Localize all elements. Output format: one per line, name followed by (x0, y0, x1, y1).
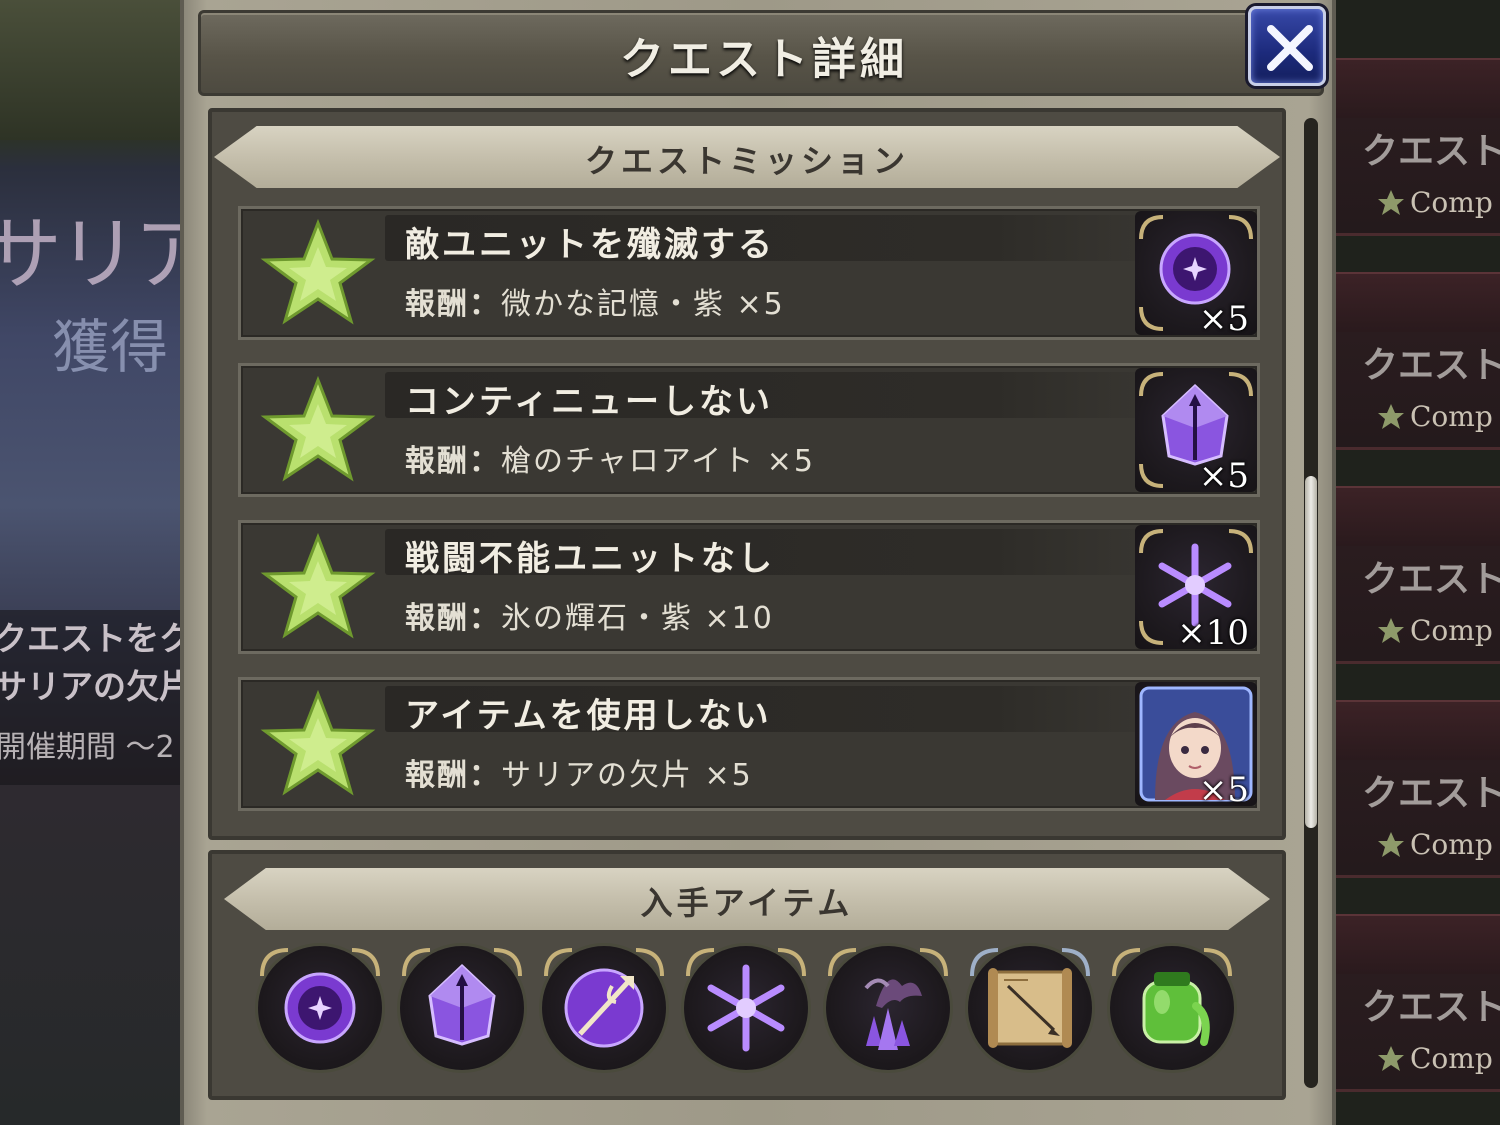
mission-reward-text: 槍のチャロアイト ×5 (501, 444, 815, 479)
mission-name: コンティニューしない (405, 382, 773, 422)
mission-reward-item[interactable]: ×10 (1135, 525, 1257, 653)
obtain-item[interactable] (542, 946, 666, 1070)
mission-reward-text: 氷の輝石・紫 ×10 (501, 601, 774, 636)
green-potion-jar-icon (1112, 948, 1232, 1046)
mission-reward-label: 報酬： (405, 601, 501, 636)
complete-star-icon (1378, 1046, 1404, 1071)
quest-list-item-label: クエスト5 (1362, 131, 1500, 172)
quest-list-item[interactable]: クエスト5 Comp (1332, 58, 1500, 238)
quest-list-item[interactable]: クエスト3 Comp (1332, 486, 1500, 666)
mission-reward: 報酬：氷の輝石・紫 ×10 (405, 593, 774, 637)
quest-list-item-label: クエスト4 (1362, 345, 1500, 386)
quest-list-item[interactable]: クエスト2 Comp (1332, 700, 1500, 880)
banner-desc-line-2: サリアの欠片 (0, 667, 192, 706)
close-icon (1267, 25, 1313, 71)
mission-row: 敵ユニットを殲滅する 報酬：微かな記憶・紫 ×5 ×5 (238, 206, 1260, 340)
complete-star-icon (1378, 404, 1404, 429)
mission-reward-count: ×5 (1198, 456, 1249, 496)
mission-reward-count: ×5 (1198, 770, 1249, 810)
mission-complete-star-icon (260, 532, 376, 639)
quest-list-item-label: クエスト3 (1362, 559, 1500, 600)
mission-reward-text: 微かな記憶・紫 ×5 (501, 287, 785, 322)
mission-reward-item[interactable]: ×5 (1135, 211, 1257, 339)
mission-reward-label: 報酬： (405, 287, 501, 322)
mission-reward-item[interactable]: ×5 (1135, 682, 1257, 810)
mission-reward: 報酬：サリアの欠片 ×5 (405, 750, 753, 794)
mission-row: アイテムを使用しない 報酬：サリアの欠片 ×5 ×5 (238, 677, 1260, 811)
quest-list-item-label: クエスト2 (1362, 773, 1500, 814)
quest-list-item[interactable]: クエスト1 Comp (1332, 914, 1500, 1094)
banner-desc-line-1: クエストをク (0, 619, 192, 658)
mission-scrollbar-thumb[interactable] (1305, 476, 1317, 828)
dragon-crystal-statue-icon (828, 948, 948, 1050)
dialog-title: クエスト詳細 (620, 34, 908, 85)
close-button[interactable] (1248, 6, 1326, 86)
quest-list-item[interactable]: クエスト4 Comp (1332, 272, 1500, 452)
mission-reward-label: 報酬： (405, 444, 501, 479)
mission-complete-star-icon (260, 689, 376, 796)
mission-reward-count: ×5 (1198, 299, 1249, 339)
obtain-item[interactable] (826, 946, 950, 1070)
purple-ice-crystal-icon (686, 948, 806, 1052)
complete-star-icon (1378, 618, 1404, 643)
quest-list-item-status: Comp (1410, 828, 1493, 861)
mission-reward-text: サリアの欠片 ×5 (501, 758, 753, 793)
mission-name: アイテムを使用しない (405, 696, 772, 736)
quest-list-item-status: Comp (1410, 186, 1493, 219)
mission-name: 戦闘不能ユニットなし (405, 539, 775, 579)
quest-list-item-status: Comp (1410, 1042, 1493, 1075)
obtain-items-title: 入手アイテム (640, 884, 854, 922)
spear-charoite-crystal-icon (402, 948, 522, 1046)
quest-list-item-status: Comp (1410, 614, 1493, 647)
mission-row: 戦闘不能ユニットなし 報酬：氷の輝石・紫 ×10 ×10 (238, 520, 1260, 654)
obtain-item[interactable] (968, 946, 1092, 1070)
quest-list-item-status: Comp (1410, 400, 1493, 433)
mission-complete-star-icon (260, 375, 376, 482)
banner-title: サリア (0, 208, 214, 301)
mission-reward: 報酬：槍のチャロアイト ×5 (405, 436, 815, 480)
banner-period: 開催期間 ～2 (0, 730, 175, 765)
complete-star-icon (1378, 832, 1404, 857)
event-banner-background: サリア 獲得 クエストをク サリアの欠片 開催期間 ～2 (0, 0, 214, 1125)
mission-section-header: クエストミッション (214, 126, 1280, 188)
mission-row: コンティニューしない 報酬：槍のチャロアイト ×5 ×5 (238, 363, 1260, 497)
obtain-item[interactable] (258, 946, 382, 1070)
mission-reward-count: ×10 (1177, 613, 1249, 653)
mission-reward: 報酬：微かな記憶・紫 ×5 (405, 279, 785, 323)
complete-star-icon (1378, 190, 1404, 215)
obtain-items-header: 入手アイテム (224, 868, 1270, 930)
quest-detail-dialog: クエスト詳細 クエストミッション 敵ユニットを殲滅する 報酬：微かな記憶・紫 ×… (180, 0, 1336, 1125)
mission-name: 敵ユニットを殲滅する (405, 225, 775, 265)
quest-list-item-label: クエスト1 (1362, 987, 1500, 1028)
obtain-item[interactable] (400, 946, 524, 1070)
dialog-title-bar: クエスト詳細 (198, 10, 1324, 96)
obtain-item[interactable] (1110, 946, 1234, 1070)
mission-section-title: クエストミッション (584, 142, 909, 180)
obtain-item[interactable] (684, 946, 808, 1070)
mission-reward-label: 報酬： (405, 758, 501, 793)
purple-memory-orb-icon (260, 948, 380, 1044)
banner-top-area (0, 0, 190, 140)
game-screen: サリア 獲得 クエストをク サリアの欠片 開催期間 ～2 クエスト5 Comp … (0, 0, 1500, 1125)
mission-reward-item[interactable]: ×5 (1135, 368, 1257, 496)
halberd-orb-icon (544, 948, 664, 1048)
banner-subtitle: 獲得 (52, 313, 169, 381)
mission-complete-star-icon (260, 218, 376, 325)
spear-scroll-icon (970, 948, 1090, 1048)
